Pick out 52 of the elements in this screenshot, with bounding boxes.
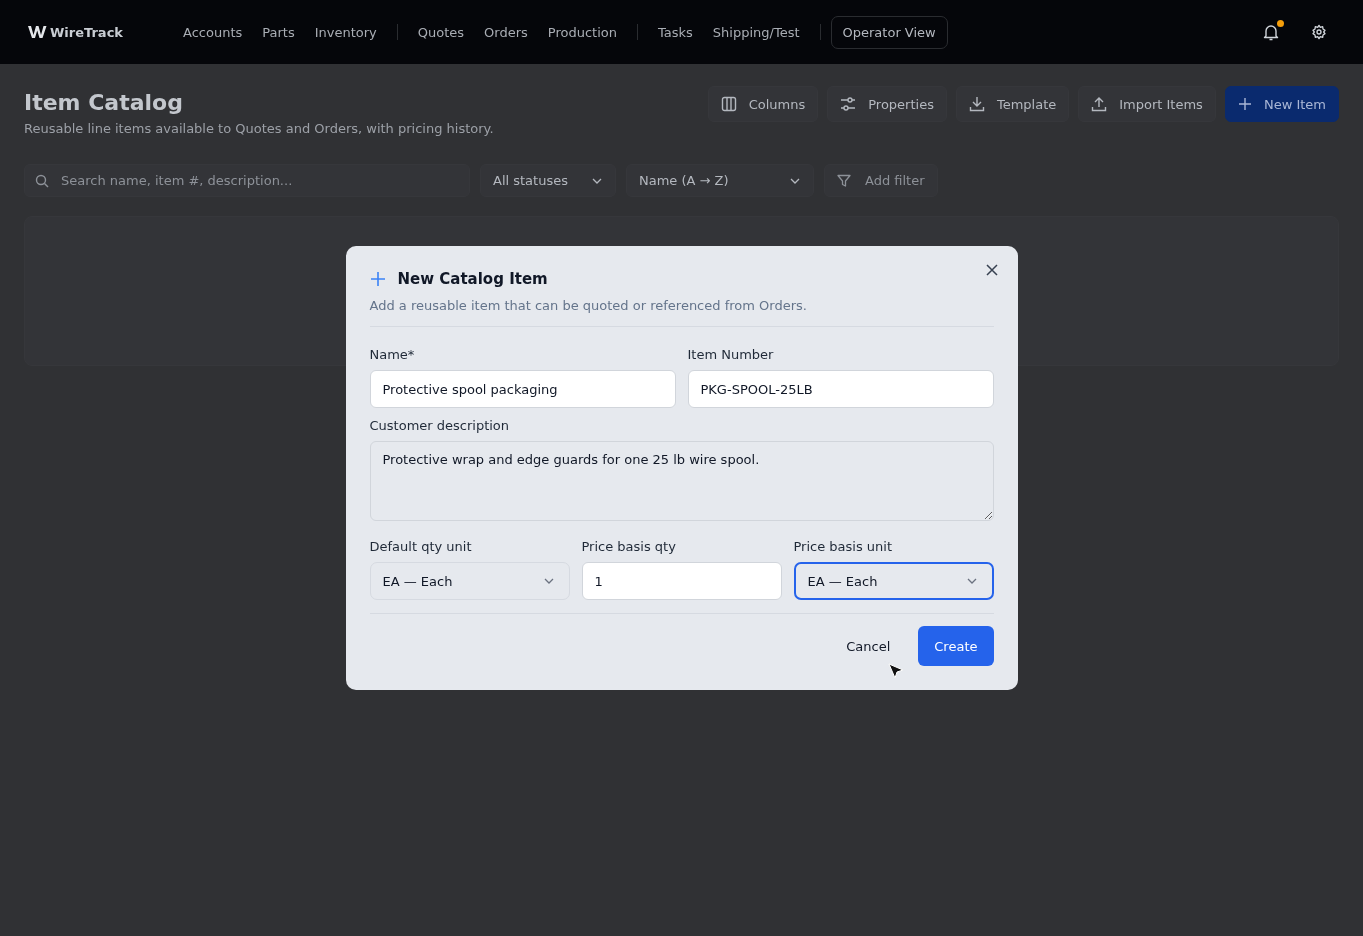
- operator-view-button[interactable]: Operator View: [830, 15, 948, 49]
- nav-link[interactable]: Accounts: [173, 24, 253, 40]
- columns-icon: [720, 96, 737, 112]
- status-dropdown[interactable]: All statuses: [480, 164, 616, 197]
- unit-dropdown[interactable]: EA — Each: [369, 562, 570, 600]
- dialog-title: New Catalog Item: [397, 270, 548, 288]
- sliders-icon: [840, 96, 857, 112]
- search-icon: [35, 174, 49, 188]
- toolbar-button[interactable]: New Item: [1224, 86, 1339, 122]
- cancel-button[interactable]: Cancel: [840, 637, 897, 655]
- qty-field[interactable]: 1: [581, 562, 782, 600]
- bell-icon[interactable]: [1263, 23, 1279, 41]
- nav-link[interactable]: Tasks: [648, 24, 703, 40]
- nav-link[interactable]: Parts: [252, 24, 305, 40]
- nav-link[interactable]: Shipping/Test: [702, 24, 810, 40]
- plus-icon: [369, 271, 386, 287]
- download-icon: [968, 96, 985, 112]
- mouse-pointer-icon: [886, 662, 905, 680]
- nav-link[interactable]: Orders: [474, 24, 538, 40]
- create-button[interactable]: Create: [918, 626, 994, 666]
- toolbar-button[interactable]: Columns: [707, 86, 819, 122]
- nav-link[interactable]: Quotes: [407, 24, 475, 40]
- field-label: Price basis qty: [581, 539, 677, 554]
- toolbar-button[interactable]: Import Items: [1078, 86, 1216, 122]
- nav-link[interactable]: Inventory: [304, 24, 387, 40]
- filter-icon: [837, 173, 851, 188]
- nav-link[interactable]: Production: [537, 24, 627, 40]
- field-label: Price basis unit: [793, 539, 894, 554]
- search-field[interactable]: Search name, item #, description...: [24, 164, 470, 197]
- close-icon: [985, 264, 998, 276]
- page-title: Item Catalog: [24, 90, 184, 115]
- dialog-subtitle: Add a reusable item that can be quoted or referenced from Orders.: [369, 298, 808, 313]
- logo-icon: [28, 25, 48, 39]
- plus-icon: [1237, 97, 1252, 111]
- add-filter-button[interactable]: Add filter: [824, 164, 938, 197]
- unit-dropdown[interactable]: EA — Each: [793, 562, 994, 600]
- description-field[interactable]: Protective wrap and edge guards for one 25 lb wire spool.: [369, 441, 994, 521]
- name-field[interactable]: Protective spool packaging: [369, 370, 676, 408]
- sort-dropdown[interactable]: Name (A → Z): [626, 164, 814, 197]
- toolbar-button[interactable]: Template: [955, 86, 1070, 122]
- settings-icon[interactable]: [1311, 24, 1327, 40]
- item-number-field[interactable]: PKG-SPOOL-25LB: [687, 370, 994, 408]
- field-label: Customer description: [369, 418, 511, 433]
- toolbar-button[interactable]: Properties: [827, 86, 947, 122]
- upload-icon: [1091, 96, 1108, 112]
- close-button[interactable]: [983, 262, 1000, 278]
- field-label: Item Number: [687, 347, 775, 362]
- field-label: Name*: [369, 347, 416, 362]
- field-label: Default qty unit: [369, 539, 473, 554]
- brand-logo[interactable]: WireTrack: [28, 24, 173, 40]
- brand-name: WireTrack: [50, 24, 123, 40]
- page-subtitle: Reusable line items available to Quotes and Orders, with pricing history.: [24, 121, 494, 136]
